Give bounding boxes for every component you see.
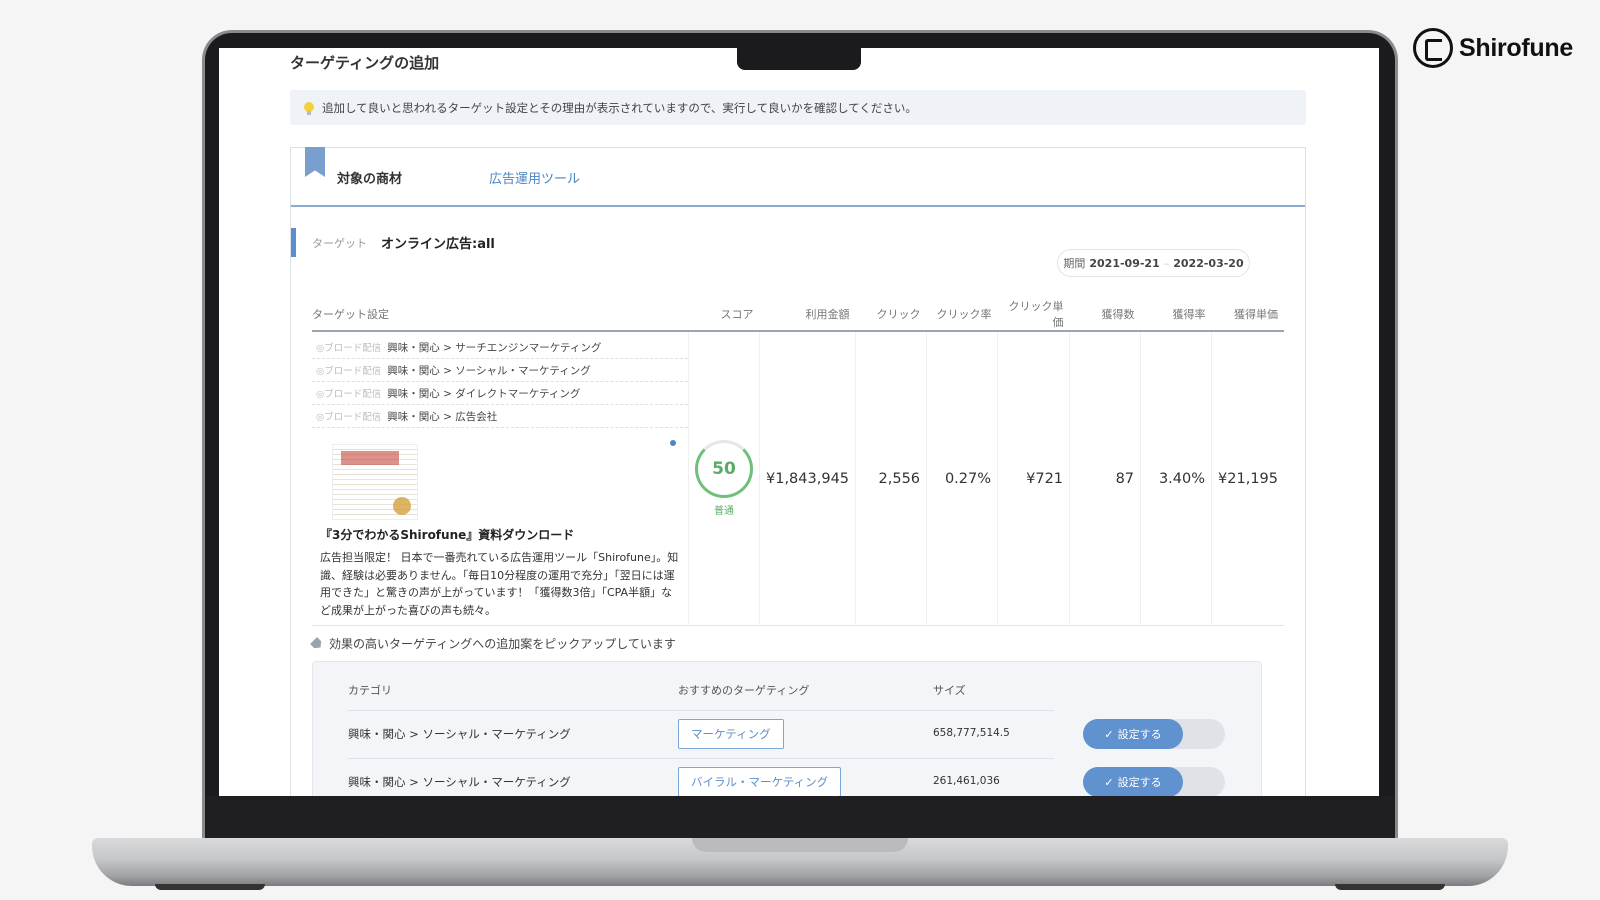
shirofune-logo-icon xyxy=(1413,28,1453,68)
score-label: 普通 xyxy=(714,506,734,517)
apply-label: 設定する xyxy=(1117,776,1162,789)
rec-keyword-chip[interactable]: バイラル・マーケティング xyxy=(678,767,842,796)
page-title: ターゲティングの追加 xyxy=(290,54,440,72)
hint-banner: 追加して良いと思われるターゲット設定とその理由が表示されていますので、実行して良… xyxy=(290,90,1306,125)
ad-description: 広告担当限定！ 日本で一番売れている広告運用ツール「Shirofune」。知識、… xyxy=(320,551,679,617)
segment-item: ◎ブロード配信 興味・関心 > ソーシャル・マーケティング xyxy=(312,359,688,382)
cpa-cell: ¥21,195 xyxy=(1211,331,1284,626)
targeting-card: 対象の商材 広告運用ツール ターゲット オンライン広告:all 期間 2021-… xyxy=(290,147,1306,796)
camera-notch xyxy=(737,48,861,70)
period-start: 2021-09-21 xyxy=(1089,256,1160,270)
score-cell: 50 普通 xyxy=(688,331,760,626)
status-dot xyxy=(670,440,676,446)
rec-col-targeting: おすすめのターゲティング xyxy=(678,684,810,697)
apply-label: 設定する xyxy=(1117,728,1162,741)
target-label: ターゲット xyxy=(312,236,367,250)
metrics-table: ターゲット設定 スコア 利用金額 クリック クリック率 クリック単価 獲得数 獲… xyxy=(312,298,1284,626)
rec-category: 興味・関心 > ソーシャル・マーケティング xyxy=(348,775,571,789)
laptop-bezel xyxy=(206,796,1394,840)
pickup-text: 効果の高いターゲティングへの追加案をピックアップしています xyxy=(329,637,676,651)
bookmark-icon xyxy=(305,147,325,177)
col-cpa: 獲得単価 xyxy=(1211,298,1284,332)
apply-toggle[interactable]: ✓ 設定する xyxy=(1083,767,1225,796)
ad-title: 『3分でわかるShirofune』資料ダウンロード xyxy=(320,528,575,542)
rec-size: 658,777,514.5 xyxy=(933,727,1010,739)
col-clicks: クリック xyxy=(855,298,927,332)
tag-icon xyxy=(310,636,324,650)
rec-col-size: サイズ xyxy=(933,684,966,697)
rec-col-category: カテゴリ xyxy=(348,684,392,697)
tab-product[interactable]: 対象の商材 xyxy=(337,168,402,187)
col-ctr: クリック率 xyxy=(926,298,998,332)
rec-keyword-chip[interactable]: マーケティング xyxy=(678,719,784,749)
pickup-note: 効果の高いターゲティングへの追加案をピックアップしています xyxy=(312,635,676,652)
col-cpc: クリック単価 xyxy=(997,298,1070,332)
target-value: オンライン広告:all xyxy=(381,237,495,252)
apply-toggle[interactable]: ✓ 設定する xyxy=(1083,719,1225,749)
score-gauge: 50 xyxy=(695,440,753,498)
col-cvr: 獲得率 xyxy=(1140,298,1212,332)
segment-text: 興味・関心 > ダイレクトマーケティング xyxy=(387,387,581,400)
check-icon: ✓ xyxy=(1104,775,1114,789)
col-spend: 利用金額 xyxy=(759,298,856,332)
segment-text: 興味・関心 > ソーシャル・マーケティング xyxy=(387,364,591,377)
clicks-cell: 2,556 xyxy=(855,331,927,626)
ad-creative: 『3分でわかるShirofune』資料ダウンロード 広告担当限定！ 日本で一番売… xyxy=(312,428,688,625)
segment-item: ◎ブロード配信 興味・関心 > サーチエンジンマーケティング xyxy=(312,336,688,359)
laptop-foot-left xyxy=(155,884,265,890)
segment-tag: ◎ブロード配信 xyxy=(316,389,382,400)
col-conversions: 獲得数 xyxy=(1069,298,1141,332)
apply-button[interactable]: ✓ 設定する xyxy=(1083,767,1183,796)
screen: ターゲティングの追加 追加して良いと思われるターゲット設定とその理由が表示されて… xyxy=(219,48,1379,796)
ctr-cell: 0.27% xyxy=(926,331,998,626)
check-icon: ✓ xyxy=(1104,727,1114,741)
lightbulb-icon xyxy=(304,101,314,115)
brand-logo: Shirofune xyxy=(1413,28,1573,68)
segment-text: 興味・関心 > 広告会社 xyxy=(387,410,498,423)
col-target-setting: ターゲット設定 xyxy=(312,298,689,332)
col-score: スコア xyxy=(688,298,760,332)
ad-thumbnail xyxy=(332,444,418,520)
apply-button[interactable]: ✓ 設定する xyxy=(1083,719,1183,749)
recommendation-panel: カテゴリ おすすめのターゲティング サイズ 興味・関心 > ソーシャル・マーケテ… xyxy=(312,661,1262,796)
segment-tag: ◎ブロード配信 xyxy=(316,343,382,354)
brand-name: Shirofune xyxy=(1459,33,1573,62)
tab-tool-link[interactable]: 広告運用ツール xyxy=(489,168,580,187)
spend-cell: ¥1,843,945 xyxy=(758,331,856,626)
period-badge: 期間 2021-09-21 – 2022-03-20 xyxy=(1057,249,1250,277)
laptop-opening-notch xyxy=(692,838,908,852)
period-end: 2022-03-20 xyxy=(1173,256,1244,270)
target-setting-cell: ◎ブロード配信 興味・関心 > サーチエンジンマーケティング ◎ブロード配信 興… xyxy=(312,331,689,626)
segment-text: 興味・関心 > サーチエンジンマーケティング xyxy=(387,341,602,354)
target-row: ターゲット オンライン広告:all xyxy=(291,228,495,257)
period-label: 期間 xyxy=(1063,257,1086,270)
hint-text: 追加して良いと思われるターゲット設定とその理由が表示されていますので、実行して良… xyxy=(322,100,917,115)
period-separator: – xyxy=(1163,256,1170,270)
table-header-row: ターゲット設定 スコア 利用金額 クリック クリック率 クリック単価 獲得数 獲… xyxy=(312,298,1284,332)
segment-item: ◎ブロード配信 興味・関心 > ダイレクトマーケティング xyxy=(312,382,688,405)
segment-tag: ◎ブロード配信 xyxy=(316,412,382,423)
rec-size: 261,461,036 xyxy=(933,775,1000,787)
segment-item: ◎ブロード配信 興味・関心 > 広告会社 xyxy=(312,405,688,428)
divider xyxy=(348,710,1054,711)
cvr-cell: 3.40% xyxy=(1140,331,1212,626)
table-row: ◎ブロード配信 興味・関心 > サーチエンジンマーケティング ◎ブロード配信 興… xyxy=(312,331,1284,626)
conversions-cell: 87 xyxy=(1069,331,1141,626)
tab-bar: 対象の商材 広告運用ツール xyxy=(291,147,1305,207)
rec-category: 興味・関心 > ソーシャル・マーケティング xyxy=(348,727,571,741)
segment-tag: ◎ブロード配信 xyxy=(316,366,382,377)
divider xyxy=(348,758,1054,759)
cpc-cell: ¥721 xyxy=(997,331,1070,626)
laptop-foot-right xyxy=(1335,884,1445,890)
